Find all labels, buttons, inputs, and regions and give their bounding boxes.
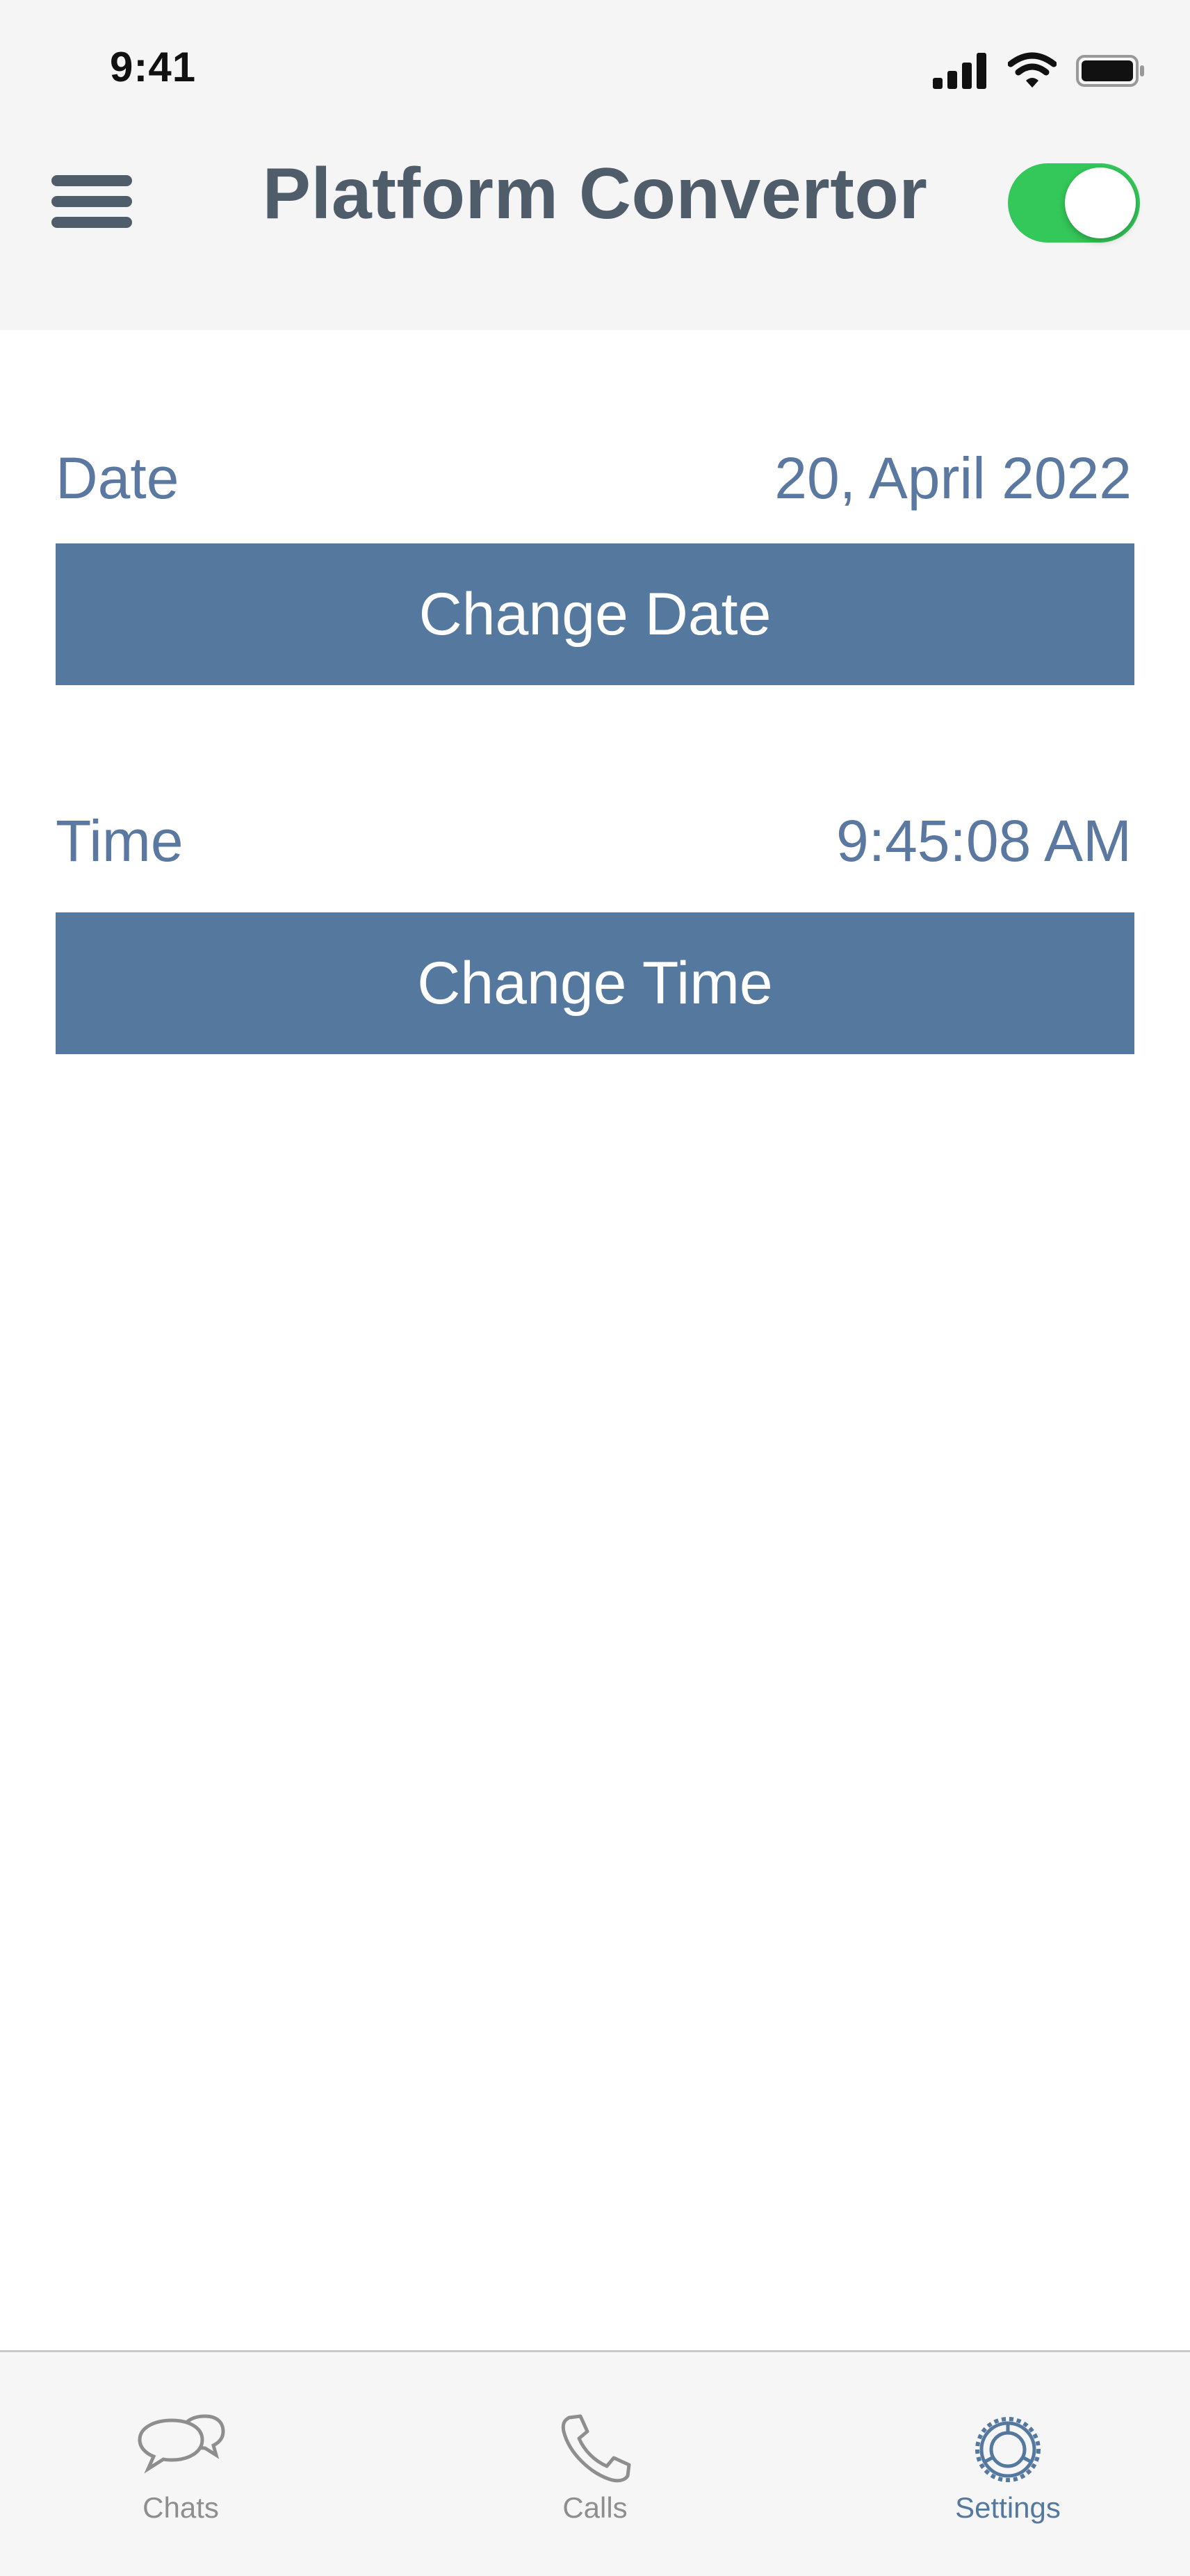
tab-settings-label: Settings [955,2491,1061,2524]
change-time-button[interactable]: Change Time [56,912,1134,1054]
chat-bubbles-icon [138,2414,225,2474]
date-label: Date [56,445,179,511]
tab-calls-label: Calls [562,2491,628,2524]
phone-icon [561,2414,631,2483]
status-icons [933,50,1146,92]
tab-chats-label: Chats [142,2491,219,2524]
platform-toggle[interactable] [1008,163,1140,243]
change-date-button[interactable]: Change Date [56,543,1134,685]
tab-bar: Chats Calls Settings [0,2350,1190,2576]
settings-gear-icon [975,2417,1041,2482]
time-value: 9:45:08 AM [836,808,1132,873]
status-time: 9:41 [110,44,197,90]
battery-icon [1076,55,1144,87]
cellular-signal-icon [933,53,986,89]
toggle-knob [1065,167,1136,238]
tab-settings[interactable]: Settings [904,2352,1112,2524]
top-bar: 9:41 Platform Convertor [0,0,1190,330]
date-value: 20, April 2022 [774,445,1132,511]
time-label: Time [56,808,184,873]
tab-chats[interactable]: Chats [76,2352,285,2524]
tab-calls[interactable]: Calls [491,2352,699,2524]
wifi-icon [1008,52,1057,88]
